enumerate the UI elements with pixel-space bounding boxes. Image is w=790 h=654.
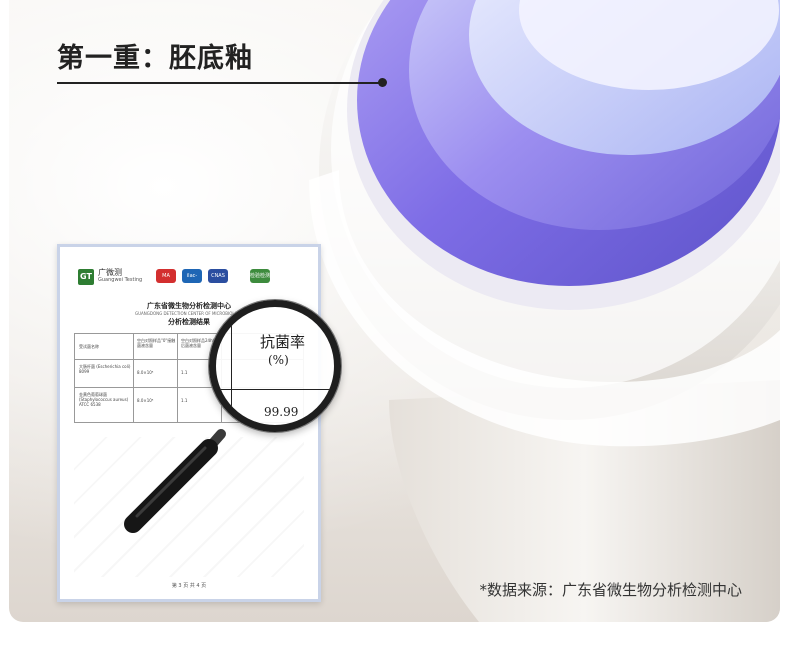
- report-cell: 大肠杆菌 (Escherichia coli) 8099: [79, 364, 131, 374]
- report-cell: 金黄色葡萄球菌 (Staphylococcus aureus) ATCC 653…: [79, 392, 129, 407]
- magnifier-handle-icon: [124, 429, 226, 533]
- product-card: 第一重：胚底釉 GT 广微测 Guangwei Testing MA ilac-…: [9, 0, 780, 622]
- report-page-number: 第 3 页 共 4 页: [171, 583, 207, 589]
- data-source-note: *数据来源：广东省微生物分析检测中心: [479, 581, 742, 599]
- report-cell: 1.1: [181, 370, 188, 375]
- report-cell: 1.1: [181, 398, 188, 403]
- report-logo-row: GT 广微测 Guangwei Testing MA ilac-MRA CNAS…: [74, 265, 304, 295]
- lens-header-unit: (%): [268, 353, 289, 367]
- headline-underline: [57, 82, 385, 84]
- lens-header-label: 抗菌率: [260, 333, 306, 351]
- headline-dot: [378, 78, 387, 87]
- magnifier-lens: 抗菌率 (%) 99.99: [209, 300, 341, 432]
- lens-antibacterial-value: 99.99: [264, 405, 299, 419]
- org-subname: Guangwei Testing: [98, 277, 143, 283]
- headline: 第一重：胚底釉: [57, 43, 253, 74]
- cnas-cert-icon: CNAS: [208, 269, 228, 283]
- report-header-cell: 受试菌名称: [79, 344, 99, 349]
- report-header-cell: 空白对照样品"0"接触菌液含量: [137, 338, 176, 348]
- inspection-cert-icon: 检验检测: [250, 269, 270, 283]
- guangwei-logo-icon: GT: [78, 269, 94, 285]
- report-cell: 8.0×10⁵: [137, 370, 154, 375]
- cma-cert-icon: MA: [156, 269, 176, 283]
- report-cell: 8.0×10⁵: [137, 398, 154, 403]
- ilac-cert-icon: ilac-MRA: [182, 269, 202, 293]
